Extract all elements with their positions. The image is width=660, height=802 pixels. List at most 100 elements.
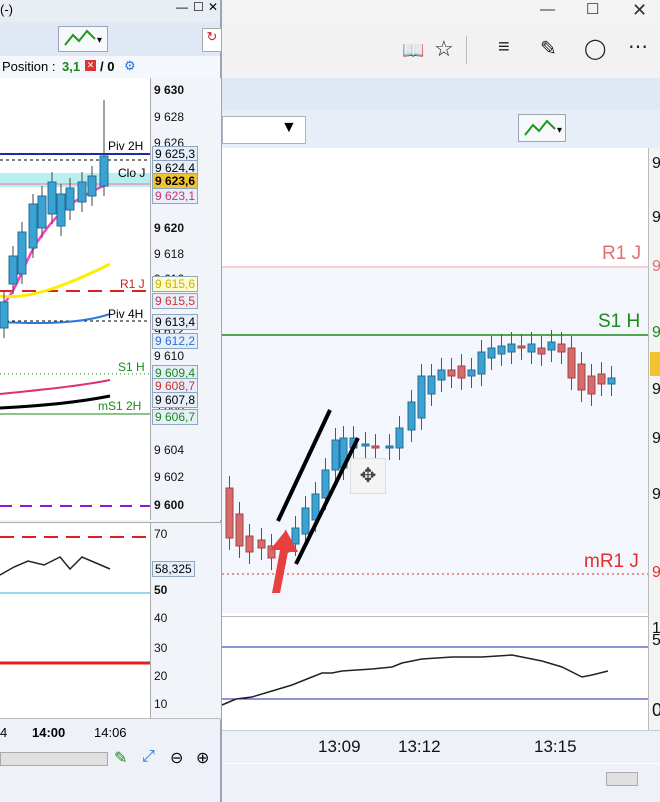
candle-body — [257, 539, 266, 549]
candle-body — [395, 427, 404, 449]
candle-body — [487, 347, 496, 359]
reading-view-icon[interactable]: 📖 — [402, 40, 424, 61]
level-label: R1 J — [120, 277, 145, 291]
time-label: 14:00 — [32, 725, 66, 740]
maximize-button[interactable]: ☐ — [586, 0, 599, 18]
candle-body — [567, 347, 576, 379]
candle-body — [291, 527, 300, 545]
candle-body — [607, 377, 616, 385]
position-bar: Position : 3,1 ✕ / 0 ⚙ — [0, 56, 220, 79]
pin-icon[interactable]: ✎ — [114, 748, 127, 768]
price-tag: 9 613,4 — [152, 314, 199, 330]
candle-body — [447, 369, 456, 377]
candle-body — [37, 195, 47, 229]
orders-count: / 0 — [100, 59, 115, 74]
close-position-icon[interactable]: ✕ — [85, 60, 96, 71]
right-indicator-svg — [221, 646, 648, 706]
chart-select[interactable]: ▼ — [222, 116, 306, 144]
candle-body — [301, 507, 310, 535]
price-axis-label: 9 630 — [154, 83, 185, 97]
indicator-value-tag: 58,325 — [152, 561, 195, 577]
indicator-axis-label: 40 — [154, 611, 168, 625]
indicator-button[interactable]: ▾ — [58, 26, 108, 52]
price-axis-label: 9 602 — [154, 470, 185, 484]
horizontal-scrollbar[interactable] — [0, 752, 108, 766]
right-chart-svg — [222, 148, 648, 613]
candle-body — [427, 375, 436, 395]
candle-body — [0, 301, 9, 329]
browser-toolbar: 📖 ☆ ≡ ✎ ◯ ⋯ — [222, 24, 660, 79]
right-price-chart: R1 J S1 H mR1 J ✥ — [222, 148, 648, 613]
r1j-label: R1 J — [602, 243, 642, 264]
refresh-icon[interactable]: ↻ — [202, 28, 222, 52]
hub-icon[interactable]: ≡ — [498, 36, 510, 59]
level-label: Piv 2H — [108, 139, 143, 153]
favorite-star-icon[interactable]: ☆ — [434, 36, 454, 62]
minimize-button[interactable]: — — [176, 0, 188, 14]
right-indicator-panel — [221, 616, 648, 731]
zoom-out-icon[interactable]: ⊖ — [170, 748, 183, 768]
candle-body — [467, 369, 476, 377]
ma-red — [0, 379, 111, 395]
price-axis-label: 9 620 — [154, 221, 185, 235]
price-tag: 9 607,8 — [152, 392, 199, 408]
price-axis-label: 9 604 — [154, 443, 185, 457]
more-icon[interactable]: ⋯ — [628, 34, 648, 59]
minimize-button[interactable]: — — [540, 1, 555, 18]
chart-bg-upper — [222, 148, 648, 268]
indicator-button[interactable]: ▾ — [518, 114, 566, 142]
annotate-icon[interactable]: ✎ — [540, 36, 557, 61]
left-chart-svg: Piv 2H Clo J R1 J Piv 4H S1 H mS1 2H — [0, 100, 150, 507]
share-icon[interactable]: ◯ — [584, 36, 606, 61]
candle-body — [577, 363, 586, 391]
price-tag: 9 623,1 — [152, 188, 199, 204]
time-label: 13:12 — [398, 737, 441, 756]
left-titlebar: (-) — ☐ ✕ — [0, 0, 220, 22]
close-button[interactable]: ✕ — [208, 0, 218, 14]
candle-body — [28, 203, 38, 249]
candle-body — [245, 535, 254, 553]
left-indicator-labels: 70 50 40 30 20 10 58,325 — [150, 522, 220, 718]
svg-text:▾: ▾ — [557, 125, 562, 136]
candle-body — [407, 401, 416, 431]
left-indicator-chart — [0, 522, 150, 719]
candle-body — [371, 445, 380, 449]
right-axis-fragments: 9 9 9 9 9 9 9 9 1 5 0 — [650, 155, 660, 720]
right-scrollbar-area — [222, 764, 660, 802]
indicator-axis-label: 20 — [154, 669, 168, 683]
indicator-line — [0, 556, 111, 576]
left-time-axis: 4 14:00 14:06 — [0, 718, 220, 745]
candle-body — [87, 175, 97, 197]
candle-body — [17, 231, 27, 275]
price-tag: 9 615,5 — [152, 293, 199, 309]
s1h-label: S1 H — [598, 311, 641, 332]
indicator-line — [221, 654, 609, 706]
candle-body — [497, 345, 506, 355]
price-axis-label: 9 600 — [154, 498, 185, 512]
candle-body — [321, 469, 330, 499]
autoscale-icon[interactable]: ⤢ — [142, 748, 155, 766]
zoom-in-icon[interactable]: ⊕ — [196, 748, 209, 768]
position-qty: 3,1 — [62, 59, 81, 74]
candle-body — [417, 375, 426, 419]
candle-body — [235, 513, 244, 547]
candle-body — [385, 445, 394, 449]
candle-body — [597, 373, 606, 385]
move-handle-icon[interactable]: ✥ — [350, 458, 386, 494]
price-axis-label: 9 610 — [154, 349, 185, 363]
indicator-axis-label: 50 — [154, 583, 168, 597]
maximize-button[interactable]: ☐ — [193, 0, 204, 14]
candle-body — [65, 187, 75, 211]
right-time-axis: 13:09 13:12 13:15 — [222, 730, 660, 763]
close-button[interactable]: ✕ — [632, 0, 647, 21]
time-label: 13:09 — [318, 737, 361, 756]
level-label: Piv 4H — [108, 307, 143, 321]
horizontal-scrollbar[interactable] — [606, 772, 638, 786]
candle-body — [47, 181, 57, 215]
browser-titlebar: — ☐ ✕ — [222, 0, 660, 24]
candle-body — [225, 487, 234, 539]
price-axis-label: 9 628 — [154, 110, 185, 124]
left-price-chart: Piv 2H Clo J R1 J Piv 4H S1 H mS1 2H — [0, 78, 150, 520]
gear-icon[interactable]: ⚙ — [124, 58, 136, 74]
candle-body — [587, 375, 596, 395]
